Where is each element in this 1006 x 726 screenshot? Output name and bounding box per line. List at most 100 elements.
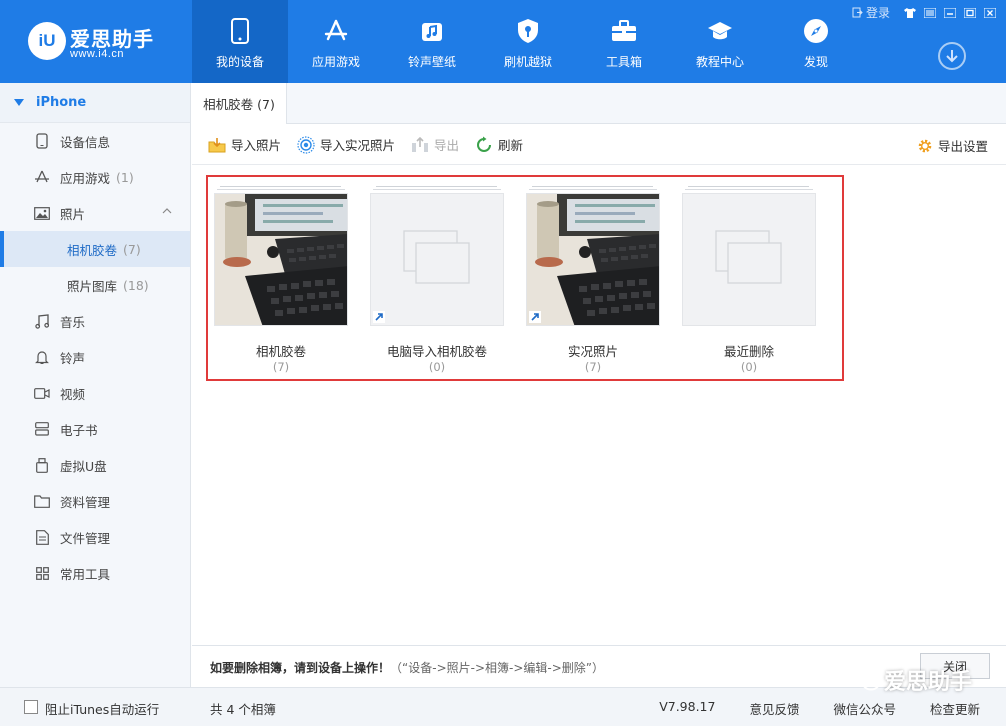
import-live-photos-button[interactable]: 导入实况照片 xyxy=(297,135,395,154)
nav-label: 刷机越狱 xyxy=(503,55,552,69)
device-header[interactable]: iPhone xyxy=(0,83,190,123)
close-window-button[interactable] xyxy=(982,6,998,20)
shield-key-icon xyxy=(515,18,541,44)
check-update-link[interactable]: 检查更新 xyxy=(930,699,980,718)
bell-icon xyxy=(34,349,50,365)
feedback-link[interactable]: 意见反馈 xyxy=(749,699,799,718)
album-count: (0) xyxy=(740,360,758,374)
album-stack-line xyxy=(685,189,813,190)
album-grid: 相机胶卷 (7) 电脑导入相机胶卷 (0) 实况照片 (7) 最近删除 (0) xyxy=(206,175,844,381)
album-thumbnail xyxy=(526,193,660,326)
sidebar-item-label: 音乐 xyxy=(60,314,86,330)
nav-label: 发现 xyxy=(803,55,828,69)
import-photos-label: 导入照片 xyxy=(231,138,282,153)
block-itunes-checkbox[interactable] xyxy=(24,700,38,714)
album-thumbnail xyxy=(370,193,504,326)
sidebar-item-ebooks[interactable]: 电子书 xyxy=(0,411,190,447)
nav-discover[interactable]: 发现 xyxy=(768,0,864,83)
album-stack-line xyxy=(532,186,653,187)
nav-label: 铃声壁纸 xyxy=(407,55,456,69)
import-photos-button[interactable]: 导入照片 xyxy=(208,135,281,154)
sidebar-item-label: 铃声 xyxy=(60,350,86,366)
album-live-photos[interactable]: 实况照片 (7) xyxy=(526,186,661,376)
album-total-count: 共 4 个相簿 xyxy=(210,702,276,717)
maximize-button[interactable] xyxy=(962,6,978,20)
album-recently-deleted[interactable]: 最近删除 (0) xyxy=(682,186,817,376)
sidebar-item-label: 电子书 xyxy=(60,422,98,438)
block-itunes-label[interactable]: 阻止iTunes自动运行 xyxy=(45,699,159,718)
sidebar-item-photos[interactable]: 照片 xyxy=(0,195,190,231)
export-settings-button[interactable]: 导出设置 xyxy=(916,136,988,155)
sidebar-item-label: 常用工具 xyxy=(60,566,111,582)
collapse-triangle-icon xyxy=(14,99,24,106)
settings-button[interactable] xyxy=(922,6,938,20)
nav-ringtones-wallpapers[interactable]: 铃声壁纸 xyxy=(384,0,480,83)
album-name: 电脑导入相机胶卷 xyxy=(386,344,487,359)
nav-tutorials[interactable]: 教程中心 xyxy=(672,0,768,83)
album-stack-line xyxy=(688,186,809,187)
tab-camera-roll[interactable]: 相机胶卷 (7) xyxy=(192,83,287,124)
hint-bold-text: 如要删除相簿，请到设备上操作！ xyxy=(210,661,391,675)
wechat-watermark: 爱思助手 xyxy=(853,664,972,696)
image-icon xyxy=(34,205,50,221)
desk-photo-image xyxy=(215,194,347,325)
sidebar-item-label: 视频 xyxy=(60,386,86,402)
watermark-text: 爱思助手 xyxy=(883,670,972,695)
nav-flash-jailbreak[interactable]: 刷机越狱 xyxy=(480,0,576,83)
sidebar-item-label: 照片 xyxy=(60,206,86,222)
sidebar-item-apps[interactable]: 应用游戏 (1) xyxy=(0,159,190,195)
minimize-button[interactable] xyxy=(942,6,958,20)
export-settings-label: 导出设置 xyxy=(937,139,988,154)
sidebar-item-virtual-udisk[interactable]: 虚拟U盘 xyxy=(0,447,190,483)
sidebar-item-ringtones[interactable]: 铃声 xyxy=(0,339,190,375)
album-stack-line xyxy=(376,186,497,187)
usb-drive-icon xyxy=(34,457,50,473)
album-count: (7) xyxy=(272,360,290,374)
skin-button[interactable] xyxy=(902,6,918,20)
album-stack-line xyxy=(529,189,657,190)
album-stack-line xyxy=(217,189,345,190)
toolbar: 导入照片 导入实况照片 导出 刷新 导出设置 xyxy=(192,125,1006,165)
top-header: iU 爱思助手 www.i4.cn 我的设备 应用游戏 铃声壁纸 刷机越狱 工具… xyxy=(0,0,1006,83)
sidebar-item-common-tools[interactable]: 常用工具 xyxy=(0,555,190,591)
sidebar-item-file-management[interactable]: 文件管理 xyxy=(0,519,190,555)
album-pc-import[interactable]: 电脑导入相机胶卷 (0) xyxy=(370,186,505,376)
refresh-icon xyxy=(475,136,493,154)
login-button[interactable]: 登录 xyxy=(852,4,890,21)
nav-toolbox[interactable]: 工具箱 xyxy=(576,0,672,83)
refresh-button[interactable]: 刷新 xyxy=(475,135,523,154)
album-name: 相机胶卷 xyxy=(255,344,306,359)
sidebar-item-photo-library[interactable]: 照片图库 (18) xyxy=(0,267,190,303)
sidebar-item-label: 设备信息 xyxy=(60,134,111,150)
folder-icon xyxy=(34,493,50,509)
sidebar-item-data-management[interactable]: 资料管理 xyxy=(0,483,190,519)
nav-my-device[interactable]: 我的设备 xyxy=(192,0,288,83)
sidebar-item-label: 照片图库 xyxy=(67,278,118,294)
toolbox-icon xyxy=(611,18,637,44)
device-name: iPhone xyxy=(36,95,87,110)
import-folder-icon xyxy=(208,136,226,154)
album-stack-line xyxy=(373,189,501,190)
album-camera-roll[interactable]: 相机胶卷 (7) xyxy=(214,186,349,376)
download-button[interactable] xyxy=(938,42,966,70)
wechat-icon xyxy=(853,669,880,691)
sidebar-item-videos[interactable]: 视频 xyxy=(0,375,190,411)
nav-apps-games[interactable]: 应用游戏 xyxy=(288,0,384,83)
graduation-cap-icon xyxy=(707,18,733,44)
wechat-link[interactable]: 微信公众号 xyxy=(833,699,896,718)
app-url: www.i4.cn xyxy=(70,48,125,60)
minimize-icon xyxy=(944,7,956,18)
main-nav: 我的设备 应用游戏 铃声壁纸 刷机越狱 工具箱 教程中心 发现 xyxy=(192,0,864,83)
app-store-icon xyxy=(34,169,50,185)
sidebar-item-camera-roll[interactable]: 相机胶卷 (7) xyxy=(0,231,190,267)
desk-photo-image xyxy=(527,194,659,325)
sidebar-item-label: 资料管理 xyxy=(60,494,111,510)
export-button[interactable]: 导出 xyxy=(411,135,459,154)
sidebar-item-device-info[interactable]: 设备信息 xyxy=(0,123,190,159)
album-thumbnail xyxy=(682,193,816,326)
download-arrow-icon xyxy=(946,50,958,63)
shirt-icon xyxy=(904,7,916,18)
sidebar-item-music[interactable]: 音乐 xyxy=(0,303,190,339)
logo-mark: iU xyxy=(28,22,66,60)
tab-bar: 相机胶卷 (7) xyxy=(192,83,1006,124)
